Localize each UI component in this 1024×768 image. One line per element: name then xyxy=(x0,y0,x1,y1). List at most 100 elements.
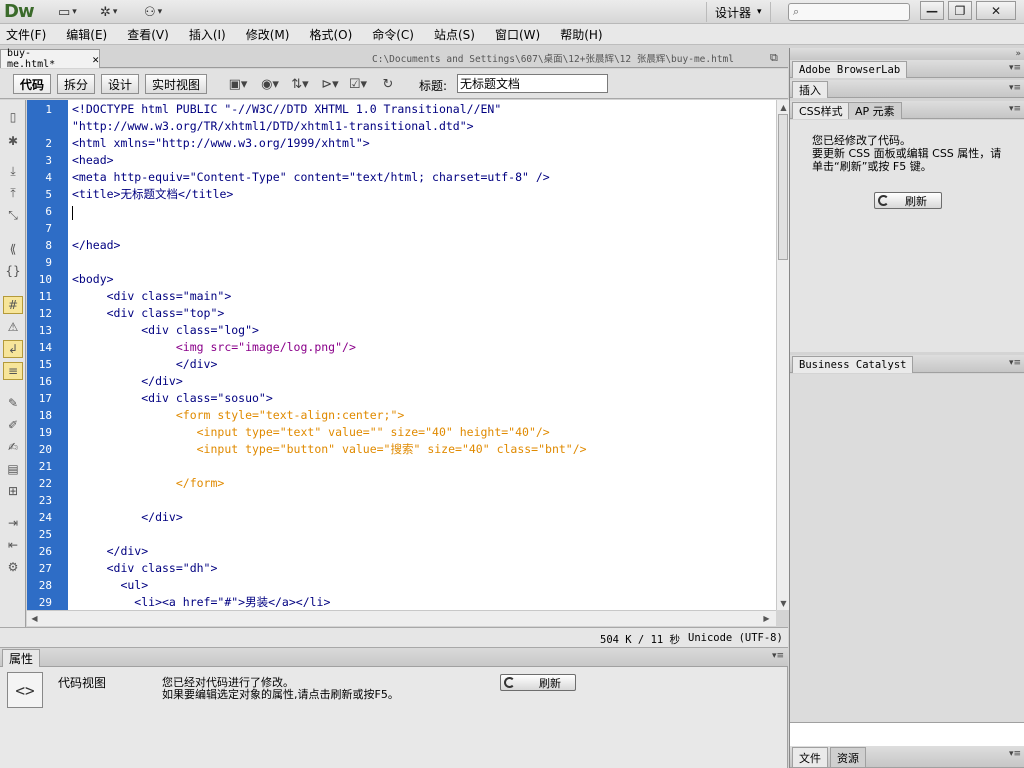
split-view-button[interactable]: 拆分 xyxy=(57,74,96,94)
files-tab[interactable]: 文件 xyxy=(792,747,828,767)
css-refresh-button[interactable]: 刷新 xyxy=(874,192,942,209)
menu-file[interactable]: 文件(F) xyxy=(6,26,46,43)
panel-menu-icon[interactable]: ▾≡ xyxy=(1009,63,1021,73)
code-line: </head> xyxy=(72,238,121,252)
file-management-icon[interactable]: ⇅▾ xyxy=(288,75,312,93)
code-line: <div class="main"> xyxy=(72,289,232,303)
wrap-tag-icon[interactable]: ✍ xyxy=(3,438,23,456)
line-number: 21 xyxy=(38,460,52,473)
scroll-right-arrow[interactable]: ▶ xyxy=(761,612,772,624)
close-tab-icon[interactable]: ✕ xyxy=(92,53,99,66)
vertical-scrollbar[interactable]: ▲ ▼ xyxy=(776,100,789,610)
line-number: 2 xyxy=(45,137,52,150)
move-css-icon[interactable]: ⊞ xyxy=(3,482,23,500)
collapse-to-icons-icon[interactable]: » xyxy=(1015,49,1021,59)
line-number: 5 xyxy=(45,188,52,201)
close-button[interactable]: ✕ xyxy=(976,1,1016,20)
line-number: 23 xyxy=(38,494,52,507)
code-editor[interactable]: <!DOCTYPE html PUBLIC "-//W3C//DTD XHTML… xyxy=(68,100,776,610)
highlight-invalid-code-icon[interactable]: ⚠ xyxy=(3,318,23,336)
restore-window-icon[interactable]: ⧉ xyxy=(770,51,778,65)
insert-tab[interactable]: 插入 xyxy=(792,81,828,98)
menu-commands[interactable]: 命令(C) xyxy=(372,26,414,43)
format-source-icon[interactable]: ⚙ xyxy=(3,558,23,576)
panel-menu-icon[interactable]: ▾≡ xyxy=(1009,358,1021,368)
design-view-button[interactable]: 设计 xyxy=(101,74,140,94)
menu-modify[interactable]: 修改(M) xyxy=(246,26,290,43)
code-line: <img src="image/log.png"/> xyxy=(72,340,356,354)
scroll-up-arrow[interactable]: ▲ xyxy=(778,101,789,113)
code-view-button[interactable]: 代码 xyxy=(13,74,52,94)
scroll-left-arrow[interactable]: ◀ xyxy=(29,612,40,624)
assets-tab[interactable]: 资源 xyxy=(830,747,866,767)
panel-menu-icon[interactable]: ▾≡ xyxy=(1009,749,1021,759)
page-title-input[interactable] xyxy=(457,74,608,93)
remove-comment-icon[interactable]: ✐ xyxy=(3,416,23,434)
preview-browser-icon[interactable]: ◉▾ xyxy=(258,75,282,93)
scroll-down-arrow[interactable]: ▼ xyxy=(778,597,789,609)
live-view-button[interactable]: 实时视图 xyxy=(145,74,208,94)
workspace-switcher[interactable]: 设计器 ▾ xyxy=(706,2,771,22)
menu-window[interactable]: 窗口(W) xyxy=(495,26,540,43)
properties-tab[interactable]: 属性 xyxy=(2,649,41,667)
search-input[interactable]: ⌕ xyxy=(788,3,910,21)
dock-collapse-strip[interactable]: » xyxy=(790,48,1024,60)
code-line: <div class="top"> xyxy=(72,306,225,320)
open-documents-icon[interactable]: ▯ xyxy=(3,108,23,126)
outdent-code-icon[interactable]: ⇤ xyxy=(3,536,23,554)
line-number: 8 xyxy=(45,239,52,252)
minimize-button[interactable]: — xyxy=(920,1,944,20)
business-catalyst-tab[interactable]: Business Catalyst xyxy=(792,356,914,373)
menu-view[interactable]: 查看(V) xyxy=(127,26,169,43)
document-tab[interactable]: buy-me.html* ✕ xyxy=(0,48,100,70)
menu-site[interactable]: 站点(S) xyxy=(434,26,475,43)
vertical-scroll-thumb[interactable] xyxy=(778,114,788,260)
document-path: C:\Documents and Settings\607\桌面\12+张晨辉\… xyxy=(372,54,734,65)
properties-panel: <> 代码视图 您已经对代码进行了修改。 如果要编辑选定对象的属性,请点击刷新或… xyxy=(0,667,788,768)
code-line: </form> xyxy=(72,476,225,490)
properties-refresh-button[interactable]: 刷新 xyxy=(500,674,576,691)
code-line: <title>无标题文档</title> xyxy=(72,187,234,201)
css-styles-tab[interactable]: CSS样式 xyxy=(792,102,850,119)
code-line: </div> xyxy=(72,357,218,371)
css-message-line2: 要更新 CSS 面板或编辑 CSS 属性，请单击“刷新”或按 F5 键。 xyxy=(812,147,1002,173)
code-view-icon: <> xyxy=(7,672,43,708)
apply-comment-icon[interactable]: ✎ xyxy=(3,394,23,412)
line-number: 22 xyxy=(38,477,52,490)
collapse-selection-icon[interactable]: ⤒ xyxy=(3,184,23,202)
menu-insert[interactable]: 插入(I) xyxy=(189,26,226,43)
line-number: 20 xyxy=(38,443,52,456)
line-number: 4 xyxy=(45,171,52,184)
line-numbers-icon[interactable]: # xyxy=(3,296,23,314)
browserlab-tab[interactable]: Adobe BrowserLab xyxy=(792,61,908,78)
site-icon[interactable]: ⚇ ▾ xyxy=(144,3,162,21)
line-number: 16 xyxy=(38,375,52,388)
menu-help[interactable]: 帮助(H) xyxy=(560,26,602,43)
panel-menu-icon[interactable]: ▾≡ xyxy=(1009,83,1021,93)
properties-panel-header: 属性 ▾≡ xyxy=(0,648,788,667)
collapse-tag-icon[interactable]: ⤓ xyxy=(3,162,23,180)
ap-elements-tab[interactable]: AP 元素 xyxy=(848,102,902,119)
show-code-navigator-icon[interactable]: ✱ xyxy=(3,132,23,150)
live-code-icon[interactable]: ⊳▾ xyxy=(318,75,342,93)
horizontal-scrollbar[interactable]: ◀ ▶ xyxy=(27,610,776,626)
refresh-icon[interactable]: ↻ xyxy=(376,75,400,93)
menu-edit[interactable]: 编辑(E) xyxy=(66,26,107,43)
indent-code-icon[interactable]: ⇥ xyxy=(3,514,23,532)
code-line: "http://www.w3.org/TR/xhtml1/DTD/xhtml1-… xyxy=(72,119,474,133)
balance-braces-icon[interactable]: {} xyxy=(3,262,23,280)
check-page-icon[interactable]: ☑▾ xyxy=(346,75,370,93)
multiscreen-icon[interactable]: ▣▾ xyxy=(226,75,250,93)
panel-menu-icon[interactable]: ▾≡ xyxy=(772,651,784,661)
gear-icon[interactable]: ✲ ▾ xyxy=(100,3,117,21)
word-wrap-icon[interactable]: ↲ xyxy=(3,340,23,358)
code-line: <head> xyxy=(72,153,114,167)
syntax-coloring-icon[interactable]: ≡ xyxy=(3,362,23,380)
menu-format[interactable]: 格式(O) xyxy=(309,26,352,43)
maximize-button[interactable]: ❐ xyxy=(948,1,972,20)
expand-all-icon[interactable]: ⤡ xyxy=(3,206,23,224)
recent-snippets-icon[interactable]: ▤ xyxy=(3,460,23,478)
layout-icon[interactable]: ▭ ▾ xyxy=(58,3,77,21)
select-parent-tag-icon[interactable]: ⟪ xyxy=(3,240,23,258)
panel-menu-icon[interactable]: ▾≡ xyxy=(1009,104,1021,114)
